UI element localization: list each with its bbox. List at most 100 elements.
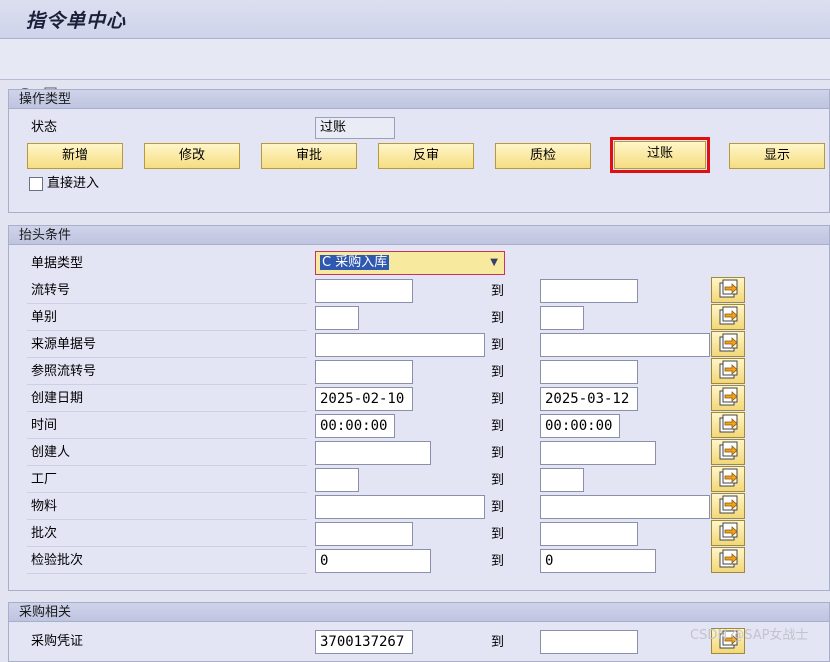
range-to-input[interactable] bbox=[540, 522, 638, 546]
display-button[interactable]: 显示 bbox=[729, 143, 825, 169]
range-to-input[interactable]: 0 bbox=[540, 549, 656, 573]
range-to-input[interactable] bbox=[540, 360, 638, 384]
row-label: 采购凭证 bbox=[31, 634, 84, 649]
multiple-selection-icon bbox=[719, 441, 738, 460]
row-divider bbox=[27, 357, 307, 358]
range-to-label: 到 bbox=[491, 338, 505, 353]
multiple-selection-icon bbox=[719, 549, 738, 568]
row-divider bbox=[27, 546, 307, 547]
row-label: 物料 bbox=[31, 499, 58, 514]
header-conditions-header: 抬头条件 bbox=[9, 226, 829, 245]
row-divider bbox=[27, 492, 307, 493]
range-to-label: 到 bbox=[491, 392, 505, 407]
watermark: CSDN @SAP女战士 bbox=[690, 628, 809, 643]
range-to-input[interactable] bbox=[540, 333, 710, 357]
range-to-input[interactable] bbox=[540, 441, 656, 465]
multiple-selection-button[interactable] bbox=[711, 358, 745, 384]
multiple-selection-button[interactable] bbox=[711, 439, 745, 465]
multiple-selection-button[interactable] bbox=[711, 304, 745, 330]
range-to-input[interactable]: 00:00:00 bbox=[540, 414, 620, 438]
range-from-input[interactable] bbox=[315, 306, 359, 330]
post-button[interactable]: 过账 bbox=[614, 141, 706, 169]
chevron-down-icon: ▼ bbox=[490, 257, 498, 268]
multiple-selection-icon bbox=[719, 387, 738, 406]
row-divider bbox=[27, 303, 307, 304]
range-from-input[interactable]: 3700137267 bbox=[315, 630, 413, 654]
status-label: 状态 bbox=[31, 120, 58, 135]
range-from-input[interactable] bbox=[315, 495, 485, 519]
unapprove-button[interactable]: 反审 bbox=[378, 143, 474, 169]
range-to-label: 到 bbox=[491, 419, 505, 434]
operation-type-group: 操作类型 状态 过账 新增 修改 审批 反审 质检 过账 显示 直接进入 bbox=[8, 89, 830, 213]
multiple-selection-icon bbox=[719, 495, 738, 514]
range-from-input[interactable] bbox=[315, 522, 413, 546]
range-from-input[interactable] bbox=[315, 279, 413, 303]
multiple-selection-button[interactable] bbox=[711, 493, 745, 519]
row-label: 创建日期 bbox=[31, 391, 84, 406]
range-to-input[interactable] bbox=[540, 495, 710, 519]
range-from-input[interactable]: 2025-02-10 bbox=[315, 387, 413, 411]
approve-button[interactable]: 审批 bbox=[261, 143, 357, 169]
range-to-input[interactable] bbox=[540, 468, 584, 492]
row-divider bbox=[27, 573, 307, 574]
page-title: 指令单中心 bbox=[26, 10, 127, 32]
range-from-input[interactable] bbox=[315, 360, 413, 384]
multiple-selection-icon bbox=[719, 522, 738, 541]
range-to-input[interactable] bbox=[540, 630, 638, 654]
range-from-input[interactable] bbox=[315, 468, 359, 492]
row-label: 检验批次 bbox=[31, 553, 84, 568]
range-to-label: 到 bbox=[491, 311, 505, 326]
multiple-selection-button[interactable] bbox=[711, 466, 745, 492]
multiple-selection-button[interactable] bbox=[711, 547, 745, 573]
range-to-label: 到 bbox=[491, 635, 505, 650]
multiple-selection-icon bbox=[719, 414, 738, 433]
row-label: 参照流转号 bbox=[31, 364, 97, 379]
row-label: 来源单据号 bbox=[31, 337, 97, 352]
row-label: 时间 bbox=[31, 418, 58, 433]
status-field: 过账 bbox=[315, 117, 395, 139]
range-to-input[interactable]: 2025-03-12 bbox=[540, 387, 638, 411]
add-button[interactable]: 新增 bbox=[27, 143, 123, 169]
multiple-selection-button[interactable] bbox=[711, 331, 745, 357]
range-to-input[interactable] bbox=[540, 306, 584, 330]
range-from-input[interactable] bbox=[315, 441, 431, 465]
range-from-input[interactable]: 00:00:00 bbox=[315, 414, 395, 438]
multiple-selection-icon bbox=[719, 333, 738, 352]
range-to-label: 到 bbox=[491, 365, 505, 380]
multiple-selection-button[interactable] bbox=[711, 385, 745, 411]
row-divider bbox=[27, 519, 307, 520]
row-label: 单别 bbox=[31, 310, 58, 325]
multiple-selection-icon bbox=[719, 306, 738, 325]
range-to-label: 到 bbox=[491, 554, 505, 569]
row-divider bbox=[27, 411, 307, 412]
range-to-label: 到 bbox=[491, 284, 505, 299]
operation-type-header: 操作类型 bbox=[9, 90, 829, 109]
range-to-label: 到 bbox=[491, 527, 505, 542]
multiple-selection-icon bbox=[719, 360, 738, 379]
direct-entry-label: 直接进入 bbox=[47, 176, 100, 191]
modify-button[interactable]: 修改 bbox=[144, 143, 240, 169]
multiple-selection-icon bbox=[719, 279, 738, 298]
row-divider bbox=[27, 465, 307, 466]
row-label: 工厂 bbox=[31, 472, 58, 487]
direct-entry-checkbox[interactable] bbox=[29, 177, 43, 191]
doc-type-label: 单据类型 bbox=[31, 256, 84, 271]
range-from-input[interactable] bbox=[315, 333, 485, 357]
row-label: 流转号 bbox=[31, 283, 71, 298]
row-label: 批次 bbox=[31, 526, 58, 541]
doc-type-value: C 采购入库 bbox=[320, 255, 390, 270]
quality-check-button[interactable]: 质检 bbox=[495, 143, 591, 169]
range-from-input[interactable]: 0 bbox=[315, 549, 431, 573]
multiple-selection-button[interactable] bbox=[711, 277, 745, 303]
range-to-input[interactable] bbox=[540, 279, 638, 303]
range-to-label: 到 bbox=[491, 500, 505, 515]
purchase-header: 采购相关 bbox=[9, 603, 829, 622]
row-divider bbox=[27, 438, 307, 439]
header-conditions-group: 抬头条件 单据类型 C 采购入库 ▼ 流转号到单别到来源单据号到参照流转号到创建… bbox=[8, 225, 830, 591]
title-bar: 指令单中心 bbox=[0, 0, 830, 39]
range-to-label: 到 bbox=[491, 473, 505, 488]
multiple-selection-button[interactable] bbox=[711, 412, 745, 438]
multiple-selection-button[interactable] bbox=[711, 520, 745, 546]
multiple-selection-icon bbox=[719, 468, 738, 487]
doc-type-dropdown[interactable]: C 采购入库 ▼ bbox=[315, 251, 505, 275]
